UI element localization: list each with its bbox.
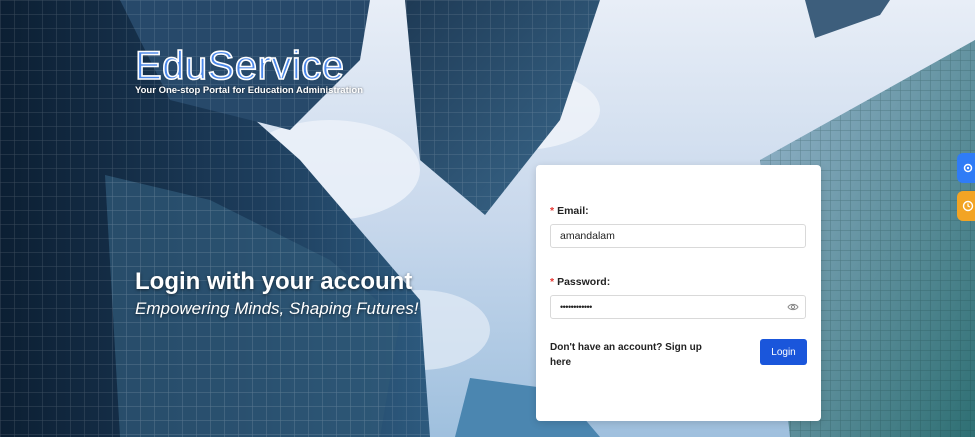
login-button[interactable]: Login	[760, 339, 807, 365]
login-page: EduService Your One-stop Portal for Educ…	[0, 0, 975, 437]
brand-logo: EduService	[134, 43, 345, 89]
gear-icon	[963, 163, 973, 173]
clock-icon	[962, 200, 974, 212]
password-label: * Password:	[550, 276, 610, 288]
required-mark: *	[550, 205, 555, 217]
hero-subtitle: Empowering Minds, Shaping Futures!	[135, 299, 419, 318]
hero-title: Login with your account	[135, 268, 413, 295]
brand-tagline: Your One-stop Portal for Education Admin…	[135, 85, 364, 96]
settings-tab[interactable]	[957, 153, 975, 183]
hero: Login with your account Empowering Minds…	[135, 268, 418, 319]
login-card: * Email: amandalam * Password: •••••••••••…	[536, 165, 821, 421]
email-label: * Email:	[550, 205, 589, 217]
required-mark: *	[550, 276, 555, 288]
password-label-text: Password:	[557, 276, 611, 288]
eye-icon[interactable]	[787, 302, 799, 312]
signup-link[interactable]: Don't have an account? Sign up here	[550, 340, 710, 370]
clock-tab[interactable]	[957, 191, 975, 221]
brand: EduService Your One-stop Portal for Educ…	[134, 43, 364, 96]
email-input[interactable]: amandalam	[550, 224, 806, 248]
password-input-value: ••••••••••••	[560, 302, 592, 312]
password-input[interactable]: ••••••••••••	[550, 295, 806, 319]
email-input-value: amandalam	[560, 230, 615, 242]
email-label-text: Email:	[557, 205, 589, 217]
